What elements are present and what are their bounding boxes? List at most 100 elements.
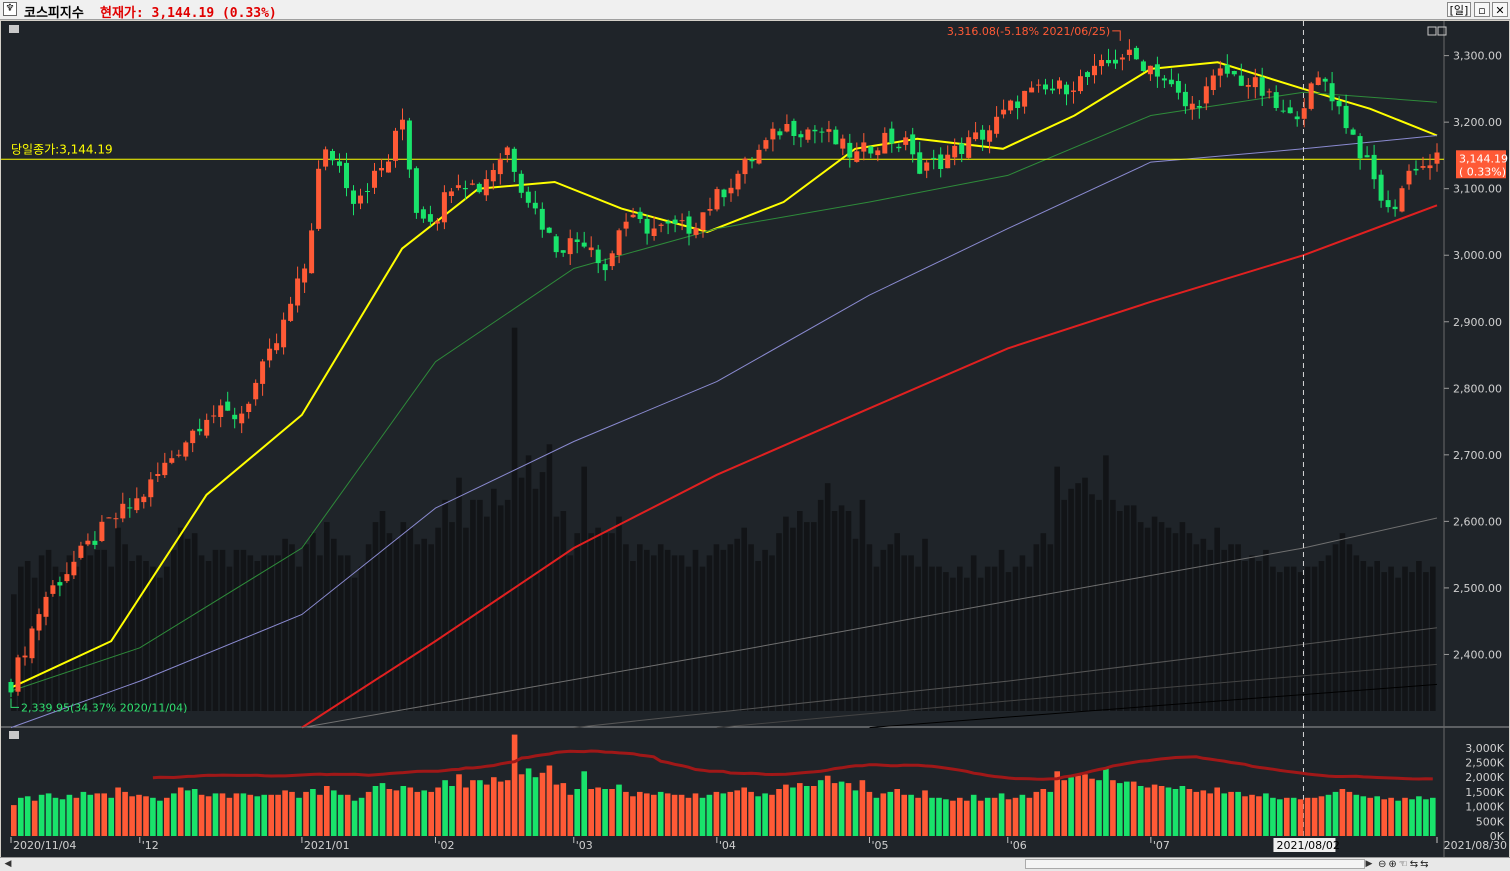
candle-body: [609, 253, 615, 267]
restore-icon[interactable]: ▫: [1474, 2, 1490, 17]
chart-scrollbar[interactable]: ◀ ▶ ⊖⊕☜⇆⇆: [0, 857, 1510, 871]
candle-body: [1168, 79, 1174, 85]
volume-bar: [1423, 799, 1429, 836]
background-volume-bar: [407, 527, 414, 711]
candle-body: [176, 454, 182, 456]
background-volume-bar: [852, 538, 859, 711]
y-tick-label: 2,400.00: [1453, 648, 1502, 661]
volume-bar: [1346, 791, 1353, 836]
volume-bar: [776, 789, 782, 836]
volume-bar: [1172, 789, 1179, 836]
volume-bar: [1284, 797, 1290, 836]
background-volume-bar: [470, 499, 476, 711]
volume-bar: [143, 796, 149, 836]
background-volume-bar: [1082, 477, 1088, 711]
candle-body: [43, 596, 49, 617]
volume-bar: [1277, 799, 1283, 836]
background-volume-bar: [191, 533, 198, 711]
volume-bar: [254, 796, 261, 836]
candle-body: [784, 124, 790, 132]
x-tick-label: 2020/11/04: [13, 839, 76, 852]
volume-bar: [859, 780, 866, 836]
x-tick-label: '03: [576, 839, 593, 852]
volume-bar: [1297, 799, 1304, 836]
candle-body: [1357, 136, 1363, 159]
candle-body: [1175, 81, 1181, 93]
background-volume-bar: [310, 533, 316, 711]
volume-bar: [1304, 797, 1311, 836]
chart-area[interactable]: 3,300.00 3,200.00 3,100.00 3,000.00 2,900.00…: [1, 21, 1509, 857]
background-volume-bar: [804, 522, 810, 711]
background-volume-bar: [38, 555, 45, 711]
candle-body: [994, 116, 1000, 134]
background-volume-bar: [400, 522, 407, 711]
background-volume-bar: [511, 327, 518, 711]
volume-bar: [637, 791, 643, 836]
stock-chart-svg[interactable]: 3,300.00 3,200.00 3,100.00 3,000.00 2,900.00…: [1, 21, 1509, 857]
candle-body: [99, 521, 105, 541]
candle-body: [169, 458, 175, 463]
background-volume-bar: [699, 566, 706, 711]
scroll-left-icon[interactable]: ◀: [2, 858, 14, 871]
volume-bar: [101, 793, 107, 836]
volume-bar: [191, 789, 198, 836]
volume-bar: [184, 790, 191, 836]
volume-bar: [984, 797, 991, 836]
period-button[interactable]: [일]: [1447, 2, 1471, 17]
main-panel-menu-icon[interactable]: [9, 25, 19, 33]
volume-bar: [1144, 787, 1151, 836]
background-volume-bar: [1047, 544, 1054, 711]
volume-bar: [929, 797, 935, 836]
volume-bar: [1019, 794, 1026, 836]
candle-body: [1301, 108, 1307, 119]
volume-bar: [783, 784, 789, 836]
zoom-tools[interactable]: ⊖⊕☜⇆⇆: [1378, 858, 1430, 871]
background-volume-bar: [275, 555, 281, 711]
volume-bar: [1228, 791, 1234, 836]
candle-body: [288, 303, 294, 321]
volume-bar: [727, 791, 734, 836]
background-volume-bar: [337, 555, 344, 711]
volume-bar: [1061, 780, 1067, 836]
volume-bar: [991, 797, 998, 836]
candle-body: [365, 191, 370, 192]
background-volume-bar: [87, 555, 94, 711]
volume-bar: [567, 794, 574, 836]
scroll-thumb[interactable]: [1025, 859, 1365, 869]
volume-bar: [1353, 794, 1360, 836]
scroll-right-icon[interactable]: ▶: [1363, 858, 1375, 871]
candle-body: [637, 211, 643, 219]
candle-body: [1350, 129, 1356, 135]
background-volume-bar: [1200, 538, 1207, 711]
candle-body: [686, 216, 692, 234]
candle-body: [903, 137, 909, 145]
volume-bar: [1054, 771, 1060, 836]
volume-bar: [1395, 800, 1401, 836]
volume-bar: [1124, 781, 1130, 836]
background-volume-bar: [546, 444, 553, 711]
background-volume-bar: [1381, 572, 1387, 711]
candle-body: [36, 614, 42, 631]
volume-bar: [379, 783, 386, 836]
volume-bar: [233, 793, 240, 836]
candle-body: [833, 129, 839, 145]
background-volume-bar: [776, 533, 782, 711]
volume-bar: [1332, 791, 1339, 836]
volume-tick-label: 2,500K: [1465, 757, 1504, 770]
volume-bar: [741, 787, 747, 836]
volume-bar: [1402, 797, 1408, 836]
volume-bar: [657, 791, 664, 836]
candle-body: [1280, 110, 1286, 112]
candle-body: [469, 183, 475, 185]
candle-body: [15, 657, 21, 692]
volume-bar: [1082, 774, 1088, 836]
candle-body: [379, 168, 384, 171]
candle-body: [406, 120, 412, 170]
volume-bar: [164, 797, 170, 836]
candle-body: [616, 230, 622, 255]
candle-body: [1308, 83, 1314, 109]
candle-body: [1266, 91, 1272, 93]
close-icon[interactable]: ✕: [1492, 2, 1508, 17]
volume-bar: [358, 797, 365, 836]
volume-panel-menu-icon[interactable]: [9, 731, 19, 739]
